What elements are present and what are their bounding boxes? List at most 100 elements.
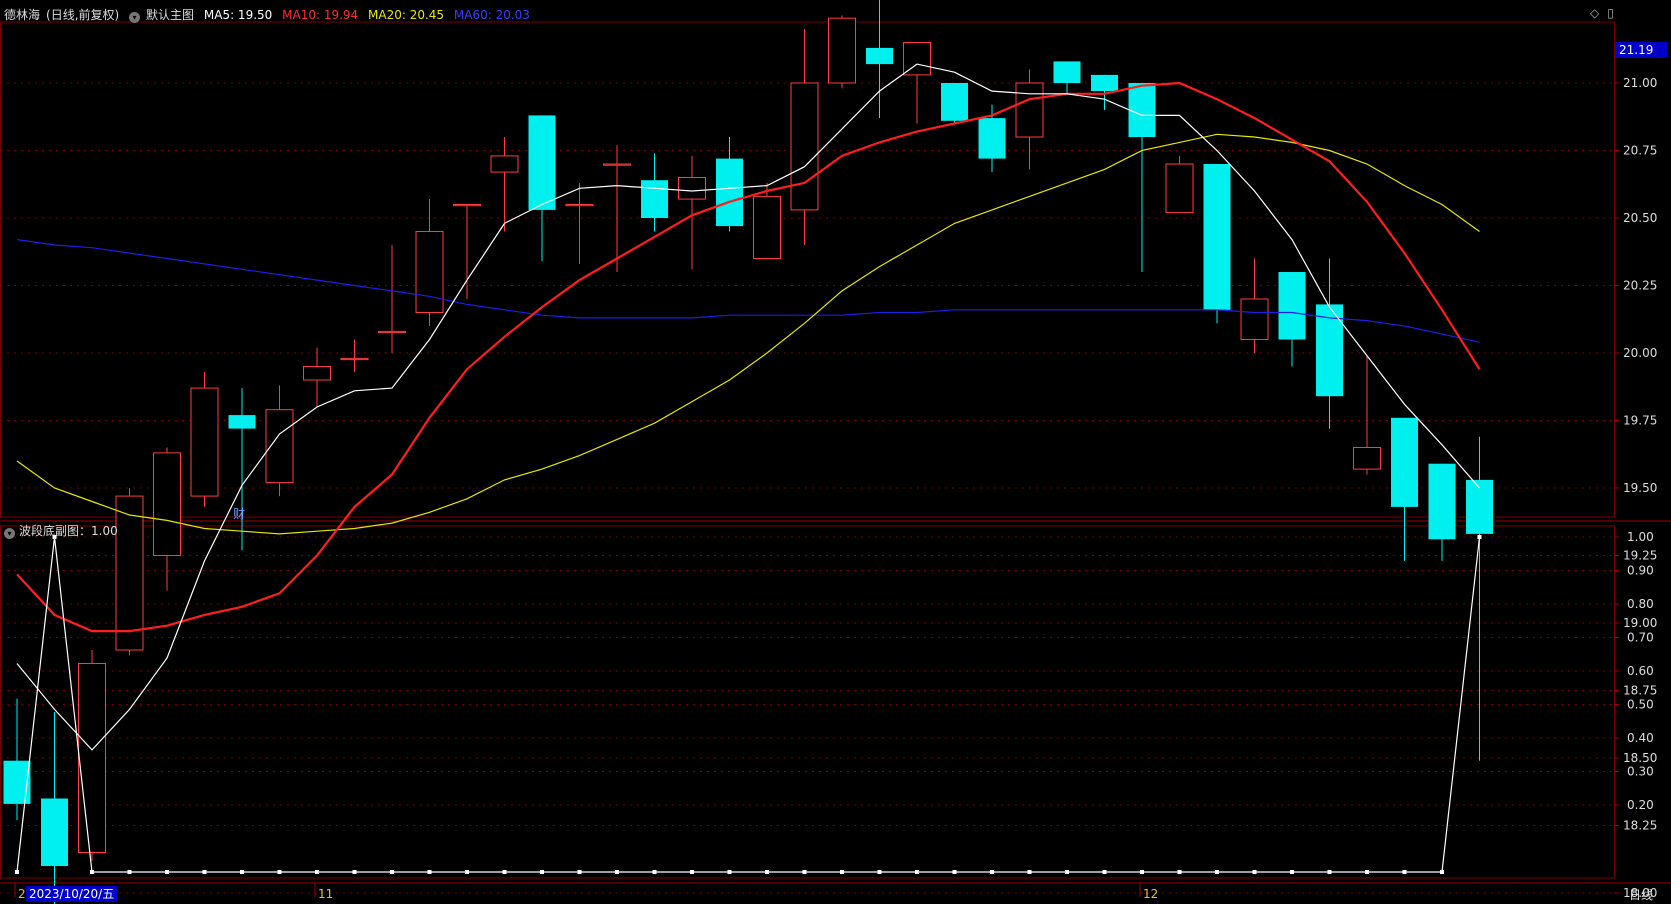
sub-y-tick-label: 0.60 [1627, 664, 1654, 678]
sub-signal-point [990, 870, 994, 874]
sub-signal-point [1140, 870, 1144, 874]
sub-signal-point [127, 870, 132, 874]
candle-body [78, 663, 106, 853]
sub-y-tick-label: 0.70 [1627, 631, 1654, 645]
sub-signal-point [1327, 870, 1332, 874]
stock-chart[interactable]: 21.00 20.75 20.50 20.25 20.00 19.75 19.50 19.25… [0, 0, 1671, 904]
sub-chart-title: 波段底副图：1.00 [19, 524, 118, 538]
candle-body [866, 47, 893, 65]
sub-signal-point [1290, 870, 1294, 874]
ma5-label: MA5: 19.50 [203, 8, 273, 22]
sub-y-tick-label: 1.00 [1627, 530, 1654, 544]
sub-signal-point [802, 870, 807, 874]
sub-chart-header: ▾ 波段底副图：1.00 [4, 522, 118, 539]
sub-signal-point [465, 870, 469, 874]
indicator-name[interactable]: 默认主图 [146, 8, 194, 22]
cursor-date-label: 2023/10/20/五 [26, 886, 118, 902]
sub-signal-point [1365, 870, 1369, 874]
window-controls: ◇ ▯ [1582, 6, 1614, 20]
candle-body [641, 180, 668, 218]
candle-body [1128, 83, 1156, 137]
candle-body [978, 118, 1006, 159]
sub-signal-point [915, 870, 919, 874]
candle-body [490, 155, 519, 173]
sub-y-tick-label: 0.30 [1627, 765, 1654, 779]
candle-body [190, 387, 219, 497]
sub-signal-point [840, 870, 844, 874]
candle-body [340, 357, 369, 361]
candle-body [228, 415, 256, 429]
candle-body [453, 204, 481, 207]
stock-name: 德林海 [4, 8, 41, 22]
main-y-tick-label: 18.50 [1623, 751, 1657, 765]
candle-body [528, 115, 556, 210]
sub-signal-point [952, 870, 957, 874]
sub-signal-point [1252, 870, 1257, 874]
main-y-tick-label: 20.50 [1623, 211, 1657, 225]
candle-body [603, 163, 631, 166]
sub-y-tick-label: 0.50 [1627, 698, 1654, 712]
sub-signal-point [427, 870, 432, 874]
sub-signal-point [502, 870, 507, 874]
current-price-tag: 21.19 [1615, 42, 1667, 58]
candle-body [1353, 447, 1381, 470]
candle-body [153, 452, 181, 556]
sub-signal-point [15, 870, 19, 874]
sub-signal-point [202, 870, 207, 874]
sub-signal-point [690, 870, 694, 874]
x-axis-label: 12 [1143, 887, 1158, 901]
candle-body [716, 158, 743, 227]
candle-body [1053, 61, 1081, 83]
sub-signal-point [877, 870, 882, 874]
candle-body [378, 330, 406, 334]
candle-body [790, 82, 819, 211]
candle-body [753, 195, 781, 259]
main-chart-header: 德林海 (日线,前复权) ▾ 默认主图 MA5: 19.50 MA10: 19.94… [4, 6, 536, 23]
main-y-tick-label: 19.25 [1623, 549, 1657, 563]
sub-signal-point [390, 870, 394, 874]
candle-body [941, 83, 968, 121]
sub-signal-point [765, 870, 769, 874]
x-axis-label: 11 [318, 887, 333, 901]
candle-body [1203, 164, 1231, 310]
main-y-tick-label: 21.00 [1623, 76, 1657, 90]
candle-body [1428, 463, 1456, 540]
main-y-tick-label: 20.75 [1623, 144, 1657, 158]
sub-signal-point [652, 870, 657, 874]
panel-toggle-icon[interactable]: ▯ [1607, 6, 1614, 20]
sub-signal-point [727, 870, 732, 874]
sub-y-tick-label: 0.90 [1627, 564, 1654, 578]
main-y-tick-label: 18.75 [1623, 684, 1657, 698]
main-y-tick-label: 19.75 [1623, 414, 1657, 428]
candle-body [1165, 163, 1194, 214]
ma10-line [16, 81, 1481, 633]
sub-signal-point [1102, 870, 1107, 874]
candle-body [1278, 272, 1306, 340]
main-y-tick-label: 19.00 [1623, 616, 1657, 630]
diamond-icon[interactable]: ◇ [1590, 6, 1599, 20]
main-y-tick-label: 20.00 [1623, 346, 1657, 360]
candle-body [415, 231, 444, 313]
main-y-tick-label: 19.50 [1623, 481, 1657, 495]
period-tab-daily[interactable]: 日线 [1629, 886, 1653, 903]
sub-signal-point [540, 870, 544, 874]
ma5-line [16, 63, 1480, 751]
candle-body [1391, 417, 1418, 507]
sub-signal-point [277, 870, 282, 874]
sub-signal-point [90, 870, 94, 874]
sub-indicator-toggle-icon[interactable]: ▾ [4, 528, 15, 539]
sub-signal-point [1402, 870, 1407, 874]
sub-y-tick-label: 0.80 [1627, 597, 1654, 611]
ma60-label: MA60: 20.03 [453, 8, 530, 22]
sub-signal-point [1477, 535, 1482, 539]
ma20-label: MA20: 20.45 [368, 8, 445, 22]
sub-signal-point [577, 870, 582, 874]
sub-signal-point [1215, 870, 1219, 874]
candle-body [1015, 82, 1044, 138]
sub-signal-point [1027, 870, 1032, 874]
finance-marker[interactable]: 财 [233, 505, 245, 522]
candle-body [115, 495, 144, 651]
candle-body [565, 204, 594, 207]
ma10-label: MA10: 19.94 [282, 8, 359, 22]
indicator-toggle-icon[interactable]: ▾ [129, 12, 141, 23]
